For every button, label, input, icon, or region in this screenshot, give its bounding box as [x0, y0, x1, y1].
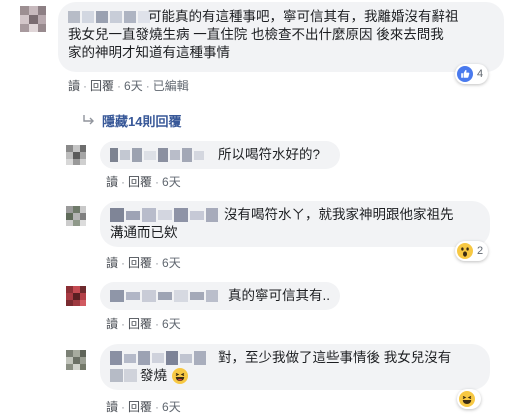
reply-link[interactable]: 回覆	[128, 400, 152, 414]
reply-bubble: 沒有喝符水ㄚ，就我家神明跟他家祖先 溝通而已欸	[100, 201, 490, 247]
timestamp[interactable]: 6天	[162, 317, 181, 331]
haha-icon	[172, 368, 188, 384]
reply-bubble: 對，至少我做了這些事情後 我女兒沒有 發燒	[100, 344, 490, 390]
avatar[interactable]	[66, 145, 86, 165]
comment-text: 可能真的有這種事吧，寧可信其有，我離婚沒有辭祖 我女兒一直發燒生病 一直住院 也…	[68, 9, 459, 60]
replier-name-blurred[interactable]	[110, 351, 214, 365]
haha-icon	[459, 391, 475, 407]
avatar[interactable]	[66, 206, 86, 226]
reply-actions: 讀 · 回覆 · 6天	[106, 256, 181, 270]
timestamp[interactable]: 6天	[124, 79, 143, 93]
timestamp[interactable]: 6天	[162, 256, 181, 270]
reply-text: 真的寧可信其有..	[228, 288, 331, 303]
replier-name-blurred[interactable]	[110, 290, 222, 302]
avatar[interactable]	[66, 286, 86, 306]
like-link[interactable]: 讀	[68, 79, 80, 93]
hidden-replies-link[interactable]: 隱藏14則回覆	[82, 111, 181, 130]
reply-text-line-1: 沒有喝符水ㄚ，就我家神明跟他家祖先	[224, 207, 454, 222]
reply-arrow-icon	[83, 114, 94, 124]
reaction-badge[interactable]	[457, 389, 481, 409]
reaction-badge[interactable]: 4	[455, 64, 489, 84]
reply-bubble: 真的寧可信其有..	[100, 282, 340, 310]
like-link[interactable]: 讀	[106, 256, 118, 270]
comment-bubble: 可能真的有這種事吧，寧可信其有，我離婚沒有辭祖 我女兒一直發燒生病 一直住院 也…	[58, 2, 504, 72]
reply-link[interactable]: 回覆	[128, 317, 152, 331]
reply-actions: 讀 · 回覆 · 6天	[106, 317, 181, 331]
like-icon	[457, 66, 473, 82]
avatar[interactable]	[20, 6, 46, 32]
blurred-text	[110, 369, 138, 382]
hidden-replies-label[interactable]: 隱藏14則回覆	[102, 111, 181, 130]
avatar[interactable]	[66, 350, 86, 370]
reply-link[interactable]: 回覆	[90, 79, 114, 93]
replier-name-blurred[interactable]	[110, 208, 222, 222]
reply-link[interactable]: 回覆	[128, 256, 152, 270]
reaction-count: 2	[477, 245, 484, 257]
like-link[interactable]: 讀	[106, 400, 118, 414]
timestamp[interactable]: 6天	[162, 400, 181, 414]
reaction-count: 4	[477, 68, 484, 80]
reply-actions: 讀 · 回覆 · 6天	[106, 400, 181, 414]
comment-actions: 讀 · 回覆 · 6天 · 已編輯	[68, 79, 189, 93]
reply-text-line-2: 發燒	[140, 368, 167, 383]
edited-label[interactable]: 已編輯	[153, 79, 189, 93]
reply-text-line-2: 溝通而已欸	[110, 225, 178, 240]
reply-text: 所以喝符水好的?	[218, 147, 321, 162]
reply-bubble: 所以喝符水好的?	[100, 141, 340, 169]
reply-actions: 讀 · 回覆 · 6天	[106, 175, 181, 189]
wow-icon	[457, 243, 473, 259]
like-link[interactable]: 讀	[106, 317, 118, 331]
timestamp[interactable]: 6天	[162, 175, 181, 189]
reply-link[interactable]: 回覆	[128, 175, 152, 189]
replier-name-blurred[interactable]	[110, 148, 215, 162]
reply-text-line-1: 對，至少我做了這些事情後 我女兒沒有	[218, 350, 452, 365]
like-link[interactable]: 讀	[106, 175, 118, 189]
reaction-badge[interactable]: 2	[455, 241, 489, 261]
